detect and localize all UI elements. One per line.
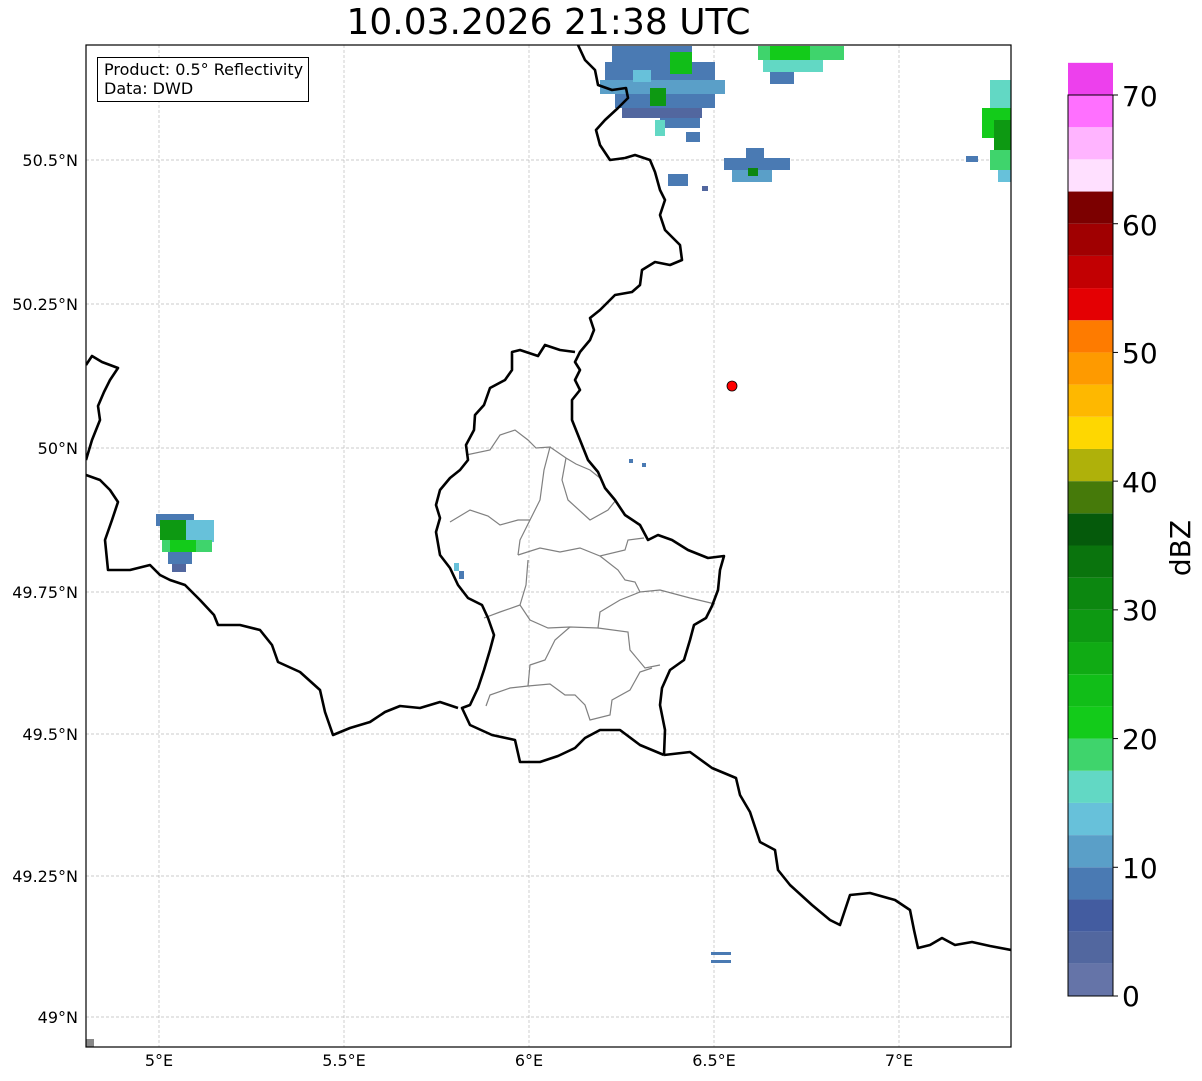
colorbar-tick-label: 20: [1122, 723, 1158, 756]
colorbar-segment: [1068, 770, 1113, 803]
x-tick-label: 5°E: [145, 1051, 173, 1070]
colorbar-segment: [1068, 159, 1113, 192]
y-tick-label: 50°N: [38, 439, 78, 458]
colorbar-segment: [1068, 288, 1113, 321]
x-tick-label: 5.5°E: [322, 1051, 366, 1070]
colorbar-ticks: [1113, 94, 1118, 997]
colorbar-segment: [1068, 706, 1113, 739]
colorbar-segment: [1068, 416, 1113, 449]
x-tick-label: 6.5°E: [692, 1051, 736, 1070]
colorbar-segment: [1068, 513, 1113, 546]
colorbar-segments: [1068, 62, 1113, 996]
colorbar-tick-label: 60: [1122, 209, 1158, 242]
colorbar-tick-label: 40: [1122, 466, 1158, 499]
colorbar-segment: [1068, 963, 1113, 996]
colorbar-segment: [1068, 352, 1113, 385]
colorbar-tick-label: 50: [1122, 337, 1158, 370]
map-area[interactable]: [86, 45, 1011, 1047]
y-tick-label: 49.25°N: [12, 867, 78, 886]
colorbar-segment: [1068, 127, 1113, 160]
y-tick-labels: 50.5°N 50.25°N 50°N 49.75°N 49.5°N 49.25…: [12, 151, 78, 1027]
y-tick-label: 49.5°N: [22, 725, 78, 744]
x-tick-label: 7°E: [885, 1051, 913, 1070]
colorbar-segment: [1068, 223, 1113, 256]
colorbar-segment: [1068, 835, 1113, 868]
colorbar-tick-label: 10: [1122, 852, 1158, 885]
x-tick-label: 6°E: [515, 1051, 543, 1070]
colorbar-segment: [1068, 642, 1113, 675]
radar-map: 5°E 5.5°E 6°E 6.5°E 7°E 50.5°N 50.25°N 5…: [12, 44, 1197, 1070]
colorbar-segment: [1068, 577, 1113, 610]
colorbar-label: dBZ: [1164, 520, 1197, 576]
colorbar-segment: [1068, 674, 1113, 707]
colorbar-segment: [1068, 384, 1113, 417]
colorbar-segment: [1068, 545, 1113, 578]
colorbar-segment: [1068, 899, 1113, 932]
colorbar-tick-label: 70: [1122, 80, 1158, 113]
radar-site-marker[interactable]: [726, 380, 738, 392]
colorbar-tick-labels: 0 10 20 30 40 50 60 70: [1122, 80, 1158, 1013]
x-tick-labels: 5°E 5.5°E 6°E 6.5°E 7°E: [145, 1051, 913, 1070]
colorbar-segment: [1068, 802, 1113, 836]
colorbar-segment: [1068, 255, 1113, 289]
colorbar-segment: [1068, 448, 1113, 482]
colorbar-segment: [1068, 931, 1113, 964]
colorbar-tick-label: 0: [1122, 980, 1140, 1013]
colorbar-segment: [1068, 738, 1113, 771]
product-label: Product: 0.5° Reflectivity: [104, 60, 304, 79]
colorbar: 0 10 20 30 40 50 60 70 dBZ: [1067, 62, 1197, 1013]
colorbar-segment: [1068, 62, 1113, 95]
y-tick-label: 49.75°N: [12, 583, 78, 602]
info-box: Product: 0.5° Reflectivity Data: DWD: [97, 57, 310, 102]
y-tick-label: 50.5°N: [22, 151, 78, 170]
y-tick-label: 50.25°N: [12, 295, 78, 314]
data-source-label: Data: DWD: [104, 79, 194, 98]
colorbar-segment: [1068, 609, 1113, 643]
colorbar-segment: [1068, 191, 1113, 224]
colorbar-segment: [1068, 481, 1113, 514]
colorbar-tick-label: 30: [1122, 594, 1158, 627]
y-tick-label: 49°N: [38, 1008, 78, 1027]
colorbar-segment: [1068, 320, 1113, 353]
colorbar-segment: [1068, 95, 1113, 128]
colorbar-segment: [1068, 867, 1113, 900]
